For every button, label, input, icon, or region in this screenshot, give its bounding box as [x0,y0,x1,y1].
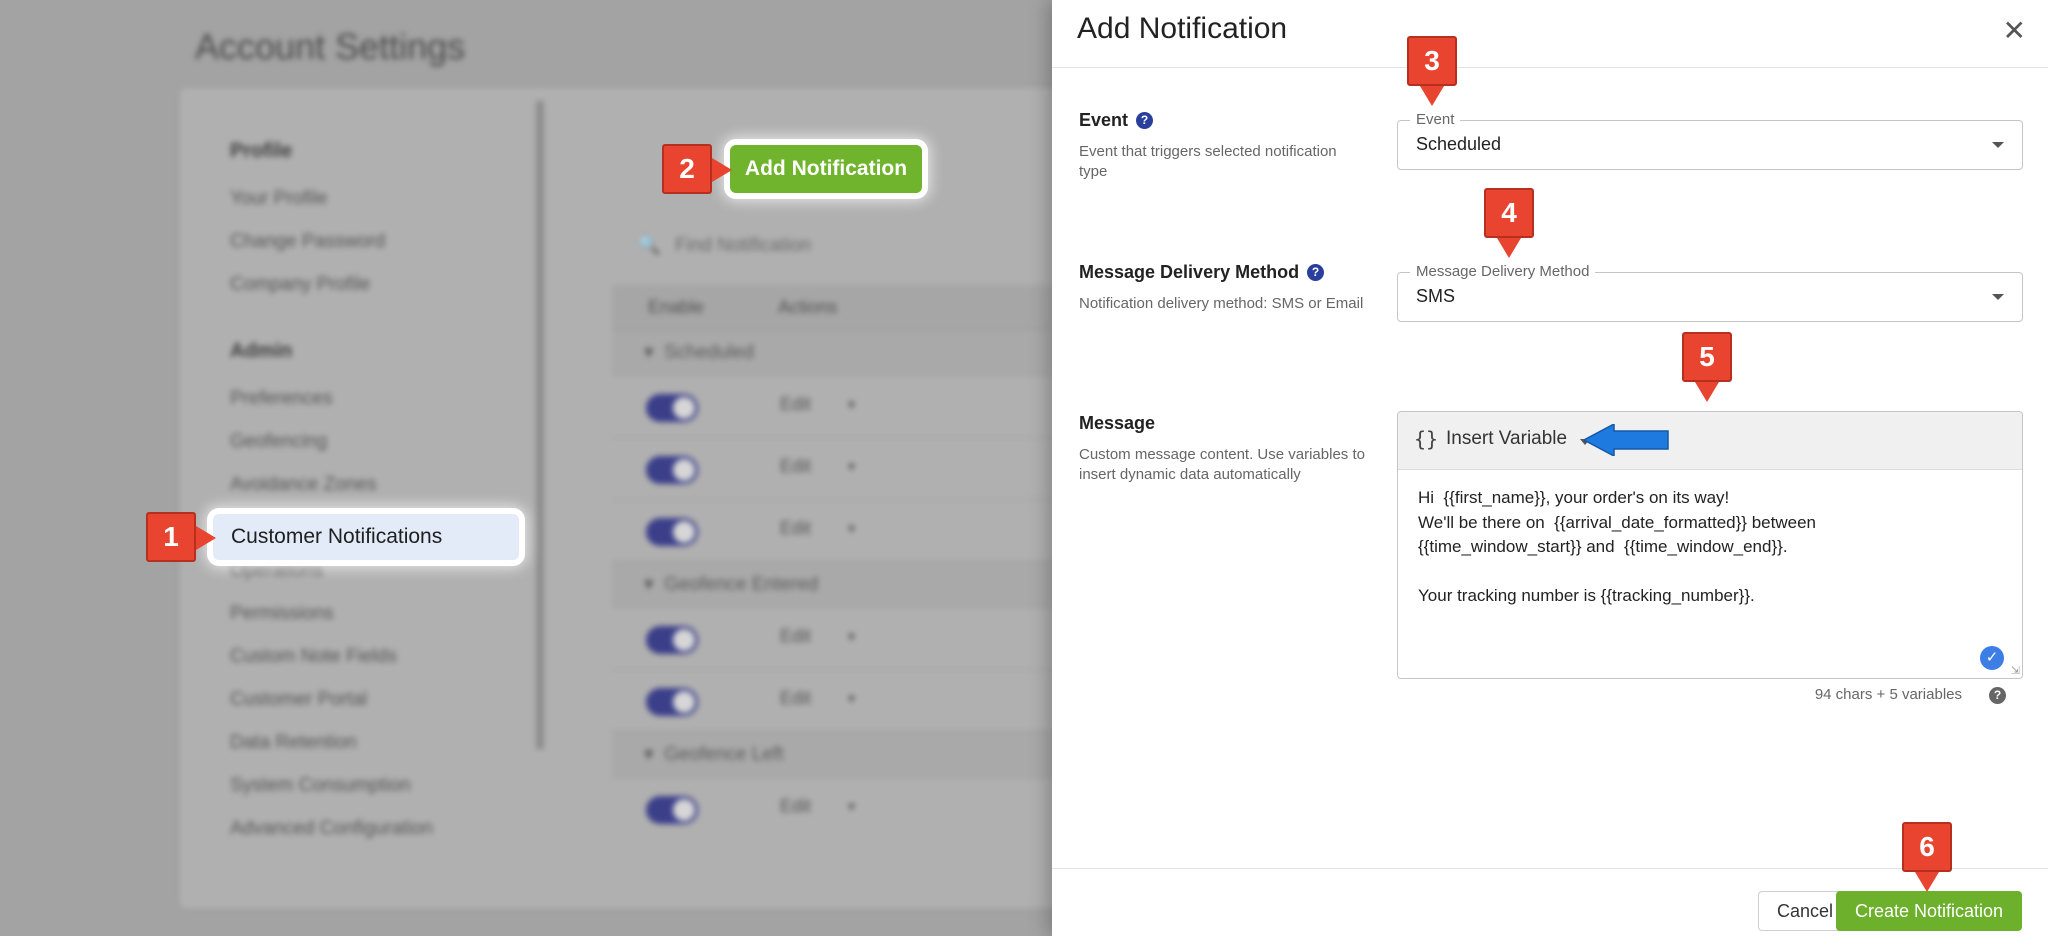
arrow-left-icon [1584,424,1669,456]
event-description: Event that triggers selected notificatio… [1079,143,1337,180]
nav-item[interactable]: Customer Portal [230,678,520,721]
message-textarea[interactable]: Hi {{first_name}}, your order's on its w… [1418,486,2008,609]
delivery-field-legend: Message Delivery Method [1410,263,1596,280]
group-label: Geofence Left [664,744,784,765]
chevron-down-icon[interactable]: ▾ [848,520,855,537]
delivery-select-value: SMS [1416,286,1456,306]
message-toolbar: {} Insert Variable [1398,412,2022,470]
page-title: Account Settings [195,26,466,67]
delivery-method-label-text: Message Delivery Method [1079,262,1300,282]
chevron-down-icon[interactable]: ▾ [848,396,855,413]
search-placeholder: Find Notification [675,235,812,256]
table-header: Enable Actions [612,285,1052,329]
search-input[interactable]: 🔍 Find Notification [615,226,1045,266]
step-marker-6: 6 [1902,822,1952,892]
settings-nav: Profile Your Profile Change Password Com… [230,140,520,850]
event-select-value: Scheduled [1416,134,1502,154]
table-row: Edit ▾ [612,437,1052,499]
delivery-method-label: Message Delivery Method? [1079,262,1325,283]
edit-link[interactable]: Edit [780,456,811,477]
nav-item[interactable]: Your Profile [230,177,520,220]
edit-link[interactable]: Edit [780,796,811,817]
create-notification-button[interactable]: Create Notification [1836,891,2022,931]
group-label: Geofence Entered [664,574,819,595]
edit-link[interactable]: Edit [780,626,811,647]
step-marker-5: 5 [1682,332,1732,402]
add-notification-drawer: Add Notification ✕ Event? Event that tri… [1052,0,2048,936]
close-icon[interactable]: ✕ [2003,14,2026,47]
nav-item[interactable]: Geofencing [230,420,520,463]
enable-toggle[interactable] [646,456,698,484]
character-counter: 94 chars + 5 variables [1814,686,1962,703]
delivery-method-select[interactable]: Message Delivery Method SMS [1397,263,2023,322]
nav-item[interactable]: Data Retention [230,721,520,764]
message-editor[interactable]: {} Insert Variable Hi {{first_name}}, yo… [1397,411,2023,679]
message-label: Message [1079,413,1156,433]
chevron-down-icon[interactable]: ▾ [848,690,855,707]
chevron-down-icon[interactable]: ▾ [848,458,855,475]
table-group[interactable]: ▾ Geofence Left [612,731,1052,777]
nav-section-profile: Profile [230,140,293,162]
nav-item[interactable]: Custom Note Fields [230,635,520,678]
group-label: Scheduled [664,342,754,363]
nav-item[interactable]: Change Password [230,220,520,263]
braces-icon: {} [1414,427,1439,451]
enable-toggle[interactable] [646,688,698,716]
table-group[interactable]: ▾ Scheduled [612,329,1052,375]
drawer-header: Add Notification ✕ [1052,0,2048,68]
col-enable: Enable [648,297,705,317]
delivery-method-description: Notification delivery method: SMS or Ema… [1079,295,1364,312]
search-icon: 🔍 [637,235,661,256]
edit-link[interactable]: Edit [780,394,811,415]
caret-down-icon [1992,142,2004,148]
drawer-footer: Cancel Create Notification [1052,868,2048,936]
step-marker-4: 4 [1484,188,1534,258]
nav-section-admin: Admin [230,340,293,362]
table-row: Edit ▾ [612,669,1052,731]
help-icon[interactable]: ? [1307,264,1325,281]
enable-toggle[interactable] [646,394,698,422]
event-field-legend: Event [1410,111,1461,128]
drawer-title: Add Notification [1077,12,1288,45]
enable-toggle[interactable] [646,518,698,546]
event-label: Event? [1079,110,1154,131]
step-marker-2: 2 [662,144,732,194]
blurred-layer: Account Settings Profile Your Profile Ch… [0,0,1052,936]
chevron-down-icon[interactable]: ▾ [848,628,855,645]
table-row: Edit ▾ [612,777,1052,839]
nav-item[interactable]: Company Profile [230,263,520,306]
edit-link[interactable]: Edit [780,688,811,709]
table-group[interactable]: ▾ Geofence Entered [612,561,1052,607]
col-actions: Actions [778,297,838,317]
enable-toggle[interactable] [646,796,698,824]
event-select[interactable]: Event Scheduled [1397,111,2023,170]
help-icon[interactable]: ? [1989,687,2006,704]
chevron-down-icon[interactable]: ▾ [848,798,855,815]
caret-down-icon [1992,294,2004,300]
help-icon[interactable]: ? [1136,112,1154,129]
nav-item[interactable]: Advanced Configuration [230,807,520,850]
table-row: Edit ▾ [612,499,1052,561]
nav-item[interactable]: Permissions [230,592,520,635]
message-description: Custom message content. Use variables to… [1079,446,1365,483]
insert-variable-button[interactable]: Insert Variable [1446,428,1567,450]
resize-handle-icon[interactable]: ⇲ [2011,664,2020,677]
enable-toggle[interactable] [646,626,698,654]
nav-scrollbar[interactable] [536,100,544,750]
notifications-table: Enable Actions ▾ Scheduled Edit ▾ Edit ▾ E… [612,285,1052,839]
background-page: Account Settings Profile Your Profile Ch… [0,0,1052,936]
check-icon: ✓ [1980,646,2004,670]
nav-item[interactable]: Avoidance Zones [230,463,520,506]
nav-item[interactable]: Preferences [230,377,520,420]
nav-item[interactable]: System Consumption [230,764,520,807]
step-marker-1: 1 [146,512,216,562]
nav-item-customer-notifications[interactable]: Customer Notifications [213,514,519,560]
table-row: Edit ▾ [612,375,1052,437]
step-marker-3: 3 [1407,36,1457,106]
edit-link[interactable]: Edit [780,518,811,539]
add-notification-button[interactable]: Add Notification [730,145,922,193]
event-label-text: Event [1079,110,1129,130]
table-row: Edit ▾ [612,607,1052,669]
